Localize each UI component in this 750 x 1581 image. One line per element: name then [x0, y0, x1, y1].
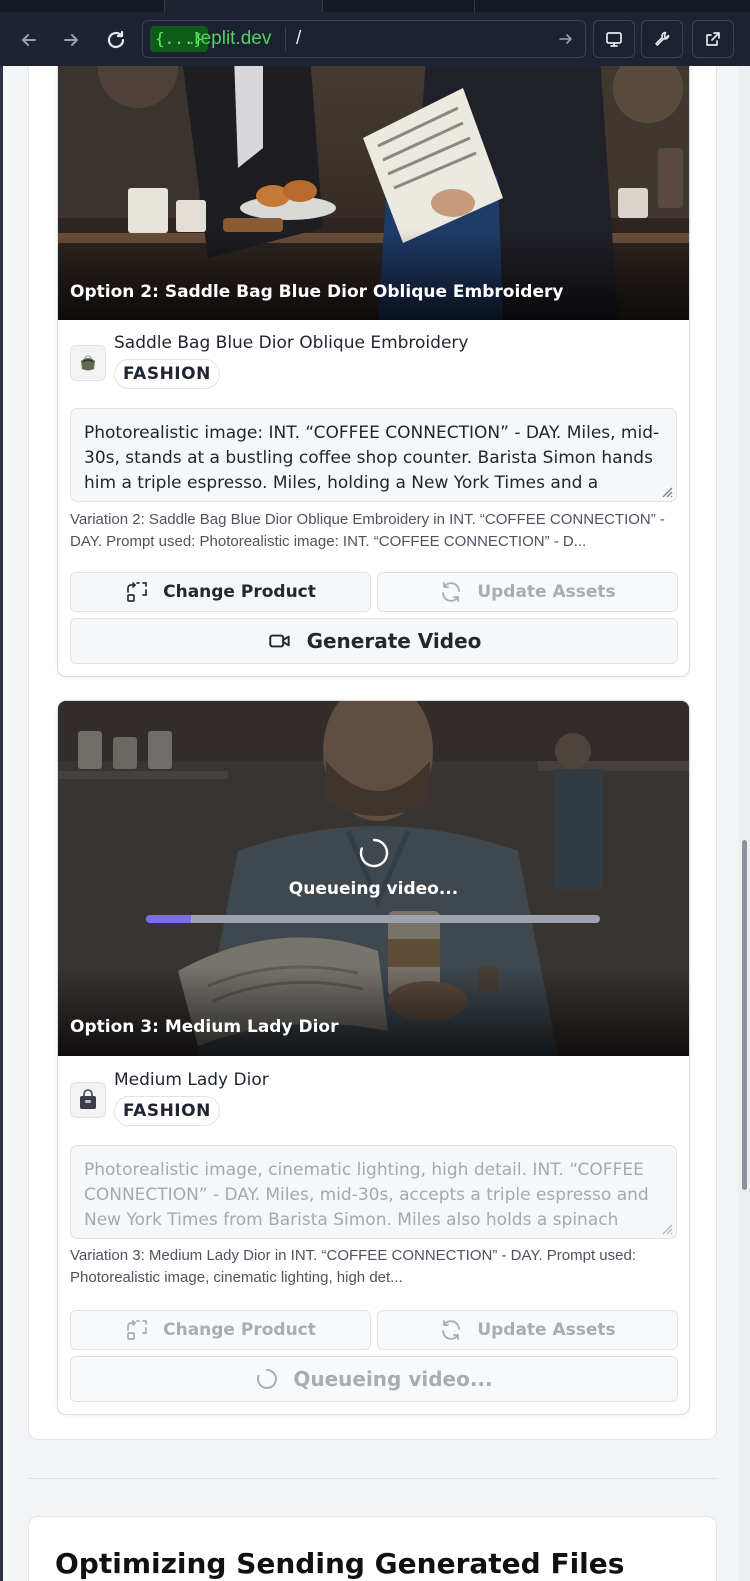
update-assets-button[interactable]: Update Assets: [377, 1310, 678, 1350]
product-name: Medium Lady Dior: [114, 1070, 269, 1090]
refresh-icon: [442, 1320, 461, 1340]
caption-gradient: [58, 230, 689, 320]
open-external-button[interactable]: [692, 20, 734, 58]
option-caption: Option 3: Medium Lady Dior: [70, 1017, 339, 1037]
update-assets-button[interactable]: Update Assets: [377, 572, 678, 612]
product-thumbnail: [70, 1082, 106, 1118]
url-divider: [285, 27, 286, 51]
queue-status-text: Queueing video...: [288, 879, 459, 899]
section-title: Optimizing Sending Generated Files: [55, 1547, 625, 1580]
resize-grip-icon[interactable]: [659, 484, 673, 498]
devices-button[interactable]: [593, 20, 635, 58]
prompt-textarea[interactable]: Photorealistic image: INT. “COFFEE CONNE…: [70, 408, 677, 502]
saddle-bag-icon: [81, 355, 95, 371]
page-viewport: Option 2: Saddle Bag Blue Dior Oblique E…: [0, 66, 738, 1581]
variation-caption: Variation 3: Medium Lady Dior in INT. “C…: [70, 1247, 636, 1286]
update-assets-label: Update Assets: [477, 582, 616, 602]
prompt-text: Photorealistic image, cinematic lighting…: [84, 1160, 649, 1230]
scan-swap-icon: [127, 1320, 147, 1340]
option-image[interactable]: Queueing video... Option 3: Medium Lady …: [58, 701, 689, 1056]
scan-swap-icon: [127, 582, 147, 602]
loading-spinner-icon: [359, 838, 389, 868]
monitor-icon: [606, 32, 622, 47]
product-name: Saddle Bag Blue Dior Oblique Embroidery: [114, 333, 469, 353]
left-edge: [0, 66, 3, 1581]
tab-divider: [474, 0, 475, 12]
change-product-button[interactable]: Change Product: [70, 1310, 371, 1350]
tab-divider: [322, 0, 323, 12]
next-section-card: Optimizing Sending Generated Files: [28, 1516, 717, 1581]
url-host: .replit.dev: [189, 28, 272, 49]
generate-video-label: Generate Video: [306, 629, 482, 653]
go-arrow-icon[interactable]: [557, 30, 575, 52]
back-button[interactable]: [13, 24, 45, 56]
option-image[interactable]: Option 2: Saddle Bag Blue Dior Oblique E…: [58, 66, 689, 320]
page-scrollbar[interactable]: [738, 66, 750, 1581]
option-card: Option 2: Saddle Bag Blue Dior Oblique E…: [57, 66, 690, 677]
loading-spinner-icon: [257, 1369, 278, 1389]
update-assets-label: Update Assets: [477, 1320, 616, 1340]
change-product-label: Change Product: [163, 582, 316, 602]
change-product-button[interactable]: Change Product: [70, 572, 371, 612]
caption-gradient: [58, 966, 689, 1056]
queueing-video-label: Queueing video...: [293, 1367, 493, 1391]
browser-toolbar: {...} .replit.dev /: [0, 0, 750, 66]
reload-button[interactable]: [100, 24, 132, 56]
scrollbar-thumb[interactable]: [742, 840, 747, 1190]
devtools-button[interactable]: [641, 20, 683, 58]
option-card: Queueing video... Option 3: Medium Lady …: [57, 700, 690, 1415]
change-product-label: Change Product: [163, 1320, 316, 1340]
queueing-video-button[interactable]: Queueing video...: [70, 1356, 678, 1402]
queue-progress-bar: [146, 915, 600, 923]
forward-button[interactable]: [55, 24, 87, 56]
active-tab[interactable]: [164, 0, 322, 12]
reload-icon: [107, 30, 125, 49]
external-link-icon: [706, 32, 720, 46]
tab-strip: [0, 0, 750, 12]
address-bar[interactable]: {...} .replit.dev /: [142, 20, 586, 58]
variation-caption: Variation 2: Saddle Bag Blue Dior Obliqu…: [70, 511, 665, 550]
handbag-icon: [80, 1089, 96, 1109]
section-divider: [28, 1478, 717, 1479]
video-camera-icon: [268, 634, 290, 648]
product-thumbnail: [70, 345, 106, 381]
queue-progress-fill: [146, 915, 192, 923]
refresh-icon: [442, 582, 461, 602]
prompt-text: Photorealistic image: INT. “COFFEE CONNE…: [84, 423, 660, 493]
arrow-left-icon: [22, 34, 36, 46]
option-caption: Option 2: Saddle Bag Blue Dior Oblique E…: [70, 282, 564, 302]
category-badge: FASHION: [114, 359, 220, 389]
category-badge: FASHION: [114, 1096, 220, 1126]
url-path[interactable]: /: [296, 21, 301, 57]
prompt-textarea[interactable]: Photorealistic image, cinematic lighting…: [70, 1145, 677, 1239]
tab-divider: [164, 0, 165, 12]
scene-options-panel: Option 2: Saddle Bag Blue Dior Oblique E…: [28, 66, 717, 1440]
resize-grip-icon[interactable]: [659, 1221, 673, 1235]
wrench-icon: [655, 31, 670, 46]
arrow-right-icon: [64, 34, 78, 46]
generate-video-button[interactable]: Generate Video: [70, 618, 678, 664]
